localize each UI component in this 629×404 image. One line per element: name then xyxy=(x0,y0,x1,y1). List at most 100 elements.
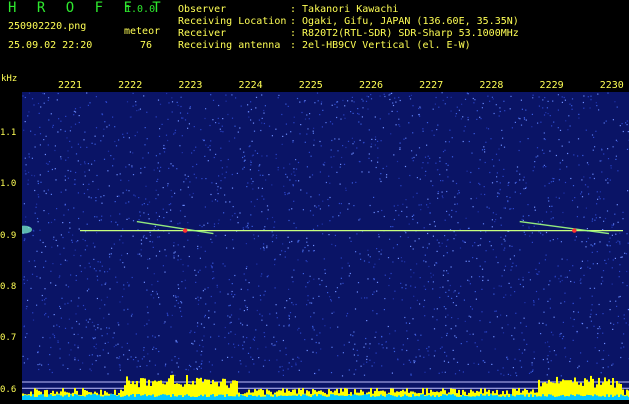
signal-bar-low xyxy=(244,396,246,400)
signal-bar-low xyxy=(502,396,504,400)
signal-bar-low xyxy=(514,396,516,400)
signal-bar-low xyxy=(26,395,28,400)
signal-bar-low xyxy=(24,395,26,400)
signal-bar-low xyxy=(314,394,316,400)
signal-bar-low xyxy=(358,396,360,401)
signal-bar-low xyxy=(472,396,474,400)
signal-bar-low xyxy=(268,395,270,400)
signal-bar xyxy=(206,380,208,400)
signal-bar-low xyxy=(306,396,308,400)
signal-bar-low xyxy=(406,396,408,400)
signal-bar-low xyxy=(158,396,160,400)
signal-bar-low xyxy=(466,396,468,400)
signal-bar-low xyxy=(284,396,286,400)
signal-bar-low xyxy=(340,396,342,401)
meteor-echo-trace xyxy=(137,222,214,234)
x-tick-label: 2229 xyxy=(540,80,564,91)
signal-bar-low xyxy=(494,395,496,400)
signal-bar-low xyxy=(48,394,50,400)
signal-bar-low xyxy=(538,396,540,400)
signal-bar-low xyxy=(416,396,418,400)
signal-bar-low xyxy=(316,396,318,400)
signal-bar-low xyxy=(582,396,584,400)
meteor-echo-trace xyxy=(520,222,609,234)
signal-bar-low xyxy=(94,394,96,400)
signal-bar-low xyxy=(146,396,148,400)
signal-bar-low xyxy=(588,395,590,400)
signal-bar-low xyxy=(292,396,294,401)
signal-bar-low xyxy=(50,394,52,400)
signal-bar-low xyxy=(230,396,232,400)
signal-bar-low xyxy=(526,394,528,400)
signal-bar-low xyxy=(98,395,100,400)
signal-bar-low xyxy=(58,395,60,400)
signal-bar-low xyxy=(280,396,282,401)
signal-bar-low xyxy=(266,394,268,400)
signal-bar-low xyxy=(366,395,368,401)
x-tick-label: 2221 xyxy=(58,80,82,91)
signal-bar-low xyxy=(534,395,536,400)
signal-bar-low xyxy=(54,396,56,400)
signal-bar-low xyxy=(184,395,186,400)
signal-bar-low xyxy=(106,396,108,400)
spectrogram-plot xyxy=(22,92,629,400)
signal-bar-low xyxy=(446,396,448,401)
signal-bar-low xyxy=(302,395,304,401)
signal-bar-low xyxy=(380,395,382,400)
signal-bar-low xyxy=(82,396,84,400)
signal-bar-low xyxy=(256,397,258,401)
signal-bar-low xyxy=(342,396,344,400)
x-tick-label: 2223 xyxy=(178,80,202,91)
signal-bar-low xyxy=(578,395,580,400)
signal-bar-low xyxy=(178,395,180,400)
signal-bar-low xyxy=(598,396,600,400)
signal-bar-low xyxy=(622,396,624,400)
signal-bar-low xyxy=(238,397,240,401)
signal-bar-low xyxy=(140,396,142,400)
signal-bar-low xyxy=(104,396,106,400)
signal-bar-low xyxy=(262,397,264,400)
signal-bar-low xyxy=(350,396,352,400)
signal-bar-low xyxy=(304,394,306,400)
signal-bar-low xyxy=(214,397,216,400)
signal-bar-low xyxy=(30,396,32,400)
signal-bar-low xyxy=(76,395,78,400)
x-tick-label: 2222 xyxy=(118,80,142,91)
carrier-blob xyxy=(22,226,32,234)
signal-bar-low xyxy=(378,396,380,400)
signal-bar-low xyxy=(294,396,296,401)
info-value-antenna: : 2el-HB9CV Vertical (el. E-W) xyxy=(290,40,471,52)
signal-bar-low xyxy=(478,396,480,400)
signal-bar-low xyxy=(624,396,626,400)
signal-bar-low xyxy=(412,394,414,400)
signal-bar-low xyxy=(60,396,62,401)
signal-bar-low xyxy=(122,397,124,400)
signal-bar-low xyxy=(116,396,118,400)
signal-bar-low xyxy=(548,394,550,400)
signal-bar-low xyxy=(368,394,370,400)
signal-bar-low xyxy=(454,396,456,401)
signal-bar-low xyxy=(436,395,438,400)
signal-bar-low xyxy=(308,396,310,400)
signal-bar-low xyxy=(188,396,190,400)
signal-bar-low xyxy=(376,396,378,400)
signal-bar-low xyxy=(544,396,546,400)
signal-bar-low xyxy=(402,396,404,400)
signal-bar-low xyxy=(452,394,454,400)
signal-bar-low xyxy=(560,395,562,400)
signal-bar xyxy=(196,378,198,400)
signal-bar-low xyxy=(356,395,358,400)
signal-bar-low xyxy=(382,396,384,400)
signal-bar-low xyxy=(564,396,566,400)
signal-bar-low xyxy=(252,396,254,400)
signal-bar-low xyxy=(198,396,200,400)
signal-bar-low xyxy=(584,396,586,400)
signal-bar-low xyxy=(186,394,188,400)
signal-bar-low xyxy=(166,395,168,400)
signal-bar-low xyxy=(616,395,618,400)
file-name: 250902220.png xyxy=(8,21,86,33)
signal-bar-low xyxy=(562,395,564,400)
signal-bar-low xyxy=(482,396,484,401)
signal-bar-low xyxy=(586,395,588,400)
signal-bar-low xyxy=(444,395,446,400)
